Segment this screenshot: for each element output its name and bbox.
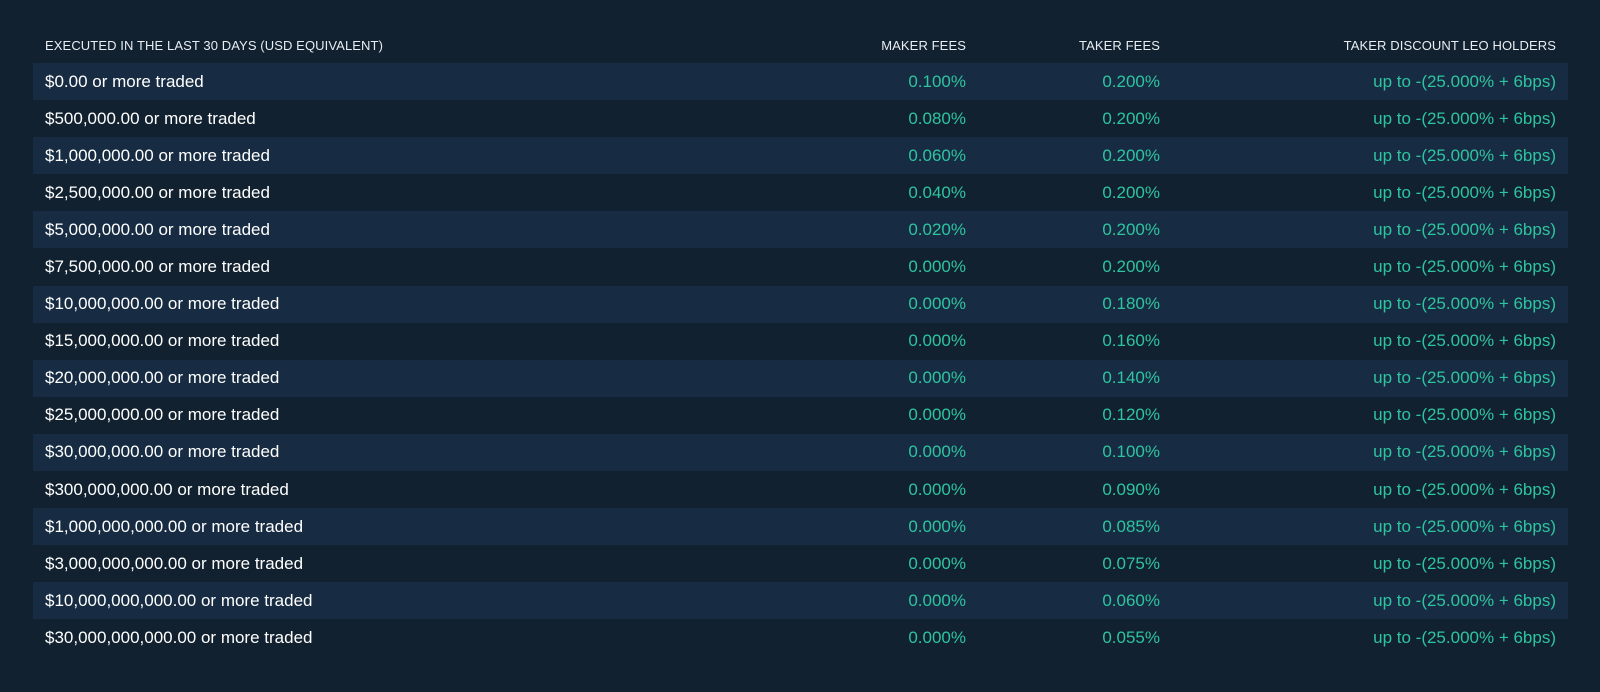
taker-fee: 0.200% bbox=[1102, 182, 1160, 202]
taker-fee: 0.160% bbox=[1102, 331, 1160, 351]
volume-tier: $30,000,000.00 or more traded bbox=[45, 442, 280, 462]
taker-discount: up to -(25.000% + 6bps) bbox=[1373, 442, 1556, 462]
taker-fee: 0.180% bbox=[1102, 294, 1160, 314]
taker-discount: up to -(25.000% + 6bps) bbox=[1373, 182, 1556, 202]
taker-discount: up to -(25.000% + 6bps) bbox=[1373, 553, 1556, 573]
taker-discount: up to -(25.000% + 6bps) bbox=[1373, 590, 1556, 610]
taker-discount: up to -(25.000% + 6bps) bbox=[1373, 516, 1556, 536]
taker-discount: up to -(25.000% + 6bps) bbox=[1373, 627, 1556, 647]
taker-discount: up to -(25.000% + 6bps) bbox=[1373, 405, 1556, 425]
table-row: $1,000,000.00 or more traded 0.060% 0.20… bbox=[33, 137, 1568, 175]
taker-fee: 0.120% bbox=[1102, 405, 1160, 425]
maker-fee: 0.020% bbox=[908, 219, 966, 239]
taker-discount: up to -(25.000% + 6bps) bbox=[1373, 71, 1556, 91]
header-volume: EXECUTED IN THE LAST 30 DAYS (USD EQUIVA… bbox=[45, 37, 384, 53]
table-row: $3,000,000,000.00 or more traded 0.000% … bbox=[33, 545, 1568, 583]
volume-tier: $2,500,000.00 or more traded bbox=[45, 182, 270, 202]
taker-fee: 0.075% bbox=[1102, 553, 1160, 573]
volume-tier: $7,500,000.00 or more traded bbox=[45, 257, 270, 277]
taker-fee: 0.200% bbox=[1102, 71, 1160, 91]
table-row: $10,000,000.00 or more traded 0.000% 0.1… bbox=[33, 285, 1568, 323]
maker-fee: 0.000% bbox=[908, 405, 966, 425]
taker-discount: up to -(25.000% + 6bps) bbox=[1373, 479, 1556, 499]
maker-fee: 0.000% bbox=[908, 479, 966, 499]
taker-discount: up to -(25.000% + 6bps) bbox=[1373, 108, 1556, 128]
maker-fee: 0.000% bbox=[908, 516, 966, 536]
maker-fee: 0.000% bbox=[908, 590, 966, 610]
taker-fee: 0.090% bbox=[1102, 479, 1160, 499]
table-row: $0.00 or more traded 0.100% 0.200% up to… bbox=[33, 63, 1568, 101]
taker-fee: 0.060% bbox=[1102, 590, 1160, 610]
header-taker-discount: TAKER DISCOUNT LEO HOLDERS bbox=[1343, 37, 1556, 53]
maker-fee: 0.000% bbox=[908, 553, 966, 573]
volume-tier: $1,000,000,000.00 or more traded bbox=[45, 516, 304, 536]
table-row: $30,000,000.00 or more traded 0.000% 0.1… bbox=[33, 433, 1568, 472]
volume-tier: $20,000,000.00 or more traded bbox=[45, 368, 280, 388]
volume-tier: $15,000,000.00 or more traded bbox=[45, 331, 280, 351]
table-row: $30,000,000,000.00 or more traded 0.000%… bbox=[33, 619, 1568, 657]
maker-fee: 0.000% bbox=[908, 368, 966, 388]
table-row: $2,500,000.00 or more traded 0.040% 0.20… bbox=[33, 174, 1568, 212]
volume-tier: $0.00 or more traded bbox=[45, 71, 204, 91]
header-taker-fees: TAKER FEES bbox=[1079, 37, 1160, 53]
maker-fee: 0.000% bbox=[908, 294, 966, 314]
volume-tier: $30,000,000,000.00 or more traded bbox=[45, 627, 313, 647]
taker-fee: 0.200% bbox=[1102, 257, 1160, 277]
maker-fee: 0.000% bbox=[908, 627, 966, 647]
taker-discount: up to -(25.000% + 6bps) bbox=[1373, 257, 1556, 277]
table-row: $7,500,000.00 or more traded 0.000% 0.20… bbox=[33, 248, 1568, 286]
maker-fee: 0.000% bbox=[908, 257, 966, 277]
table-row: $10,000,000,000.00 or more traded 0.000%… bbox=[33, 582, 1568, 620]
taker-discount: up to -(25.000% + 6bps) bbox=[1373, 145, 1556, 165]
volume-tier: $10,000,000.00 or more traded bbox=[45, 294, 280, 314]
volume-tier: $25,000,000.00 or more traded bbox=[45, 405, 280, 425]
taker-fee: 0.140% bbox=[1102, 368, 1160, 388]
maker-fee: 0.000% bbox=[908, 442, 966, 462]
volume-tier: $300,000,000.00 or more traded bbox=[45, 479, 289, 499]
volume-tier: $3,000,000,000.00 or more traded bbox=[45, 553, 304, 573]
taker-discount: up to -(25.000% + 6bps) bbox=[1373, 219, 1556, 239]
taker-discount: up to -(25.000% + 6bps) bbox=[1373, 331, 1556, 351]
table-row: $15,000,000.00 or more traded 0.000% 0.1… bbox=[33, 322, 1568, 360]
table-row: $1,000,000,000.00 or more traded 0.000% … bbox=[33, 508, 1568, 546]
maker-fee: 0.040% bbox=[908, 182, 966, 202]
taker-fee: 0.200% bbox=[1102, 219, 1160, 239]
maker-fee: 0.060% bbox=[908, 145, 966, 165]
volume-tier: $10,000,000,000.00 or more traded bbox=[45, 590, 313, 610]
table-header-row: EXECUTED IN THE LAST 30 DAYS (USD EQUIVA… bbox=[33, 27, 1568, 63]
table-row: $500,000.00 or more traded 0.080% 0.200%… bbox=[33, 100, 1568, 138]
taker-fee: 0.100% bbox=[1102, 442, 1160, 462]
fee-schedule-table: EXECUTED IN THE LAST 30 DAYS (USD EQUIVA… bbox=[33, 27, 1568, 657]
table-row: $300,000,000.00 or more traded 0.000% 0.… bbox=[33, 471, 1568, 509]
volume-tier: $500,000.00 or more traded bbox=[45, 108, 256, 128]
volume-tier: $1,000,000.00 or more traded bbox=[45, 145, 270, 165]
maker-fee: 0.080% bbox=[908, 108, 966, 128]
taker-fee: 0.200% bbox=[1102, 145, 1160, 165]
table-row: $20,000,000.00 or more traded 0.000% 0.1… bbox=[33, 359, 1568, 397]
maker-fee: 0.000% bbox=[908, 331, 966, 351]
taker-discount: up to -(25.000% + 6bps) bbox=[1373, 294, 1556, 314]
volume-tier: $5,000,000.00 or more traded bbox=[45, 219, 270, 239]
taker-discount: up to -(25.000% + 6bps) bbox=[1373, 368, 1556, 388]
taker-fee: 0.085% bbox=[1102, 516, 1160, 536]
taker-fee: 0.055% bbox=[1102, 627, 1160, 647]
maker-fee: 0.100% bbox=[908, 71, 966, 91]
taker-fee: 0.200% bbox=[1102, 108, 1160, 128]
table-row: $25,000,000.00 or more traded 0.000% 0.1… bbox=[33, 396, 1568, 434]
table-row: $5,000,000.00 or more traded 0.020% 0.20… bbox=[33, 211, 1568, 249]
header-maker-fees: MAKER FEES bbox=[881, 37, 966, 53]
